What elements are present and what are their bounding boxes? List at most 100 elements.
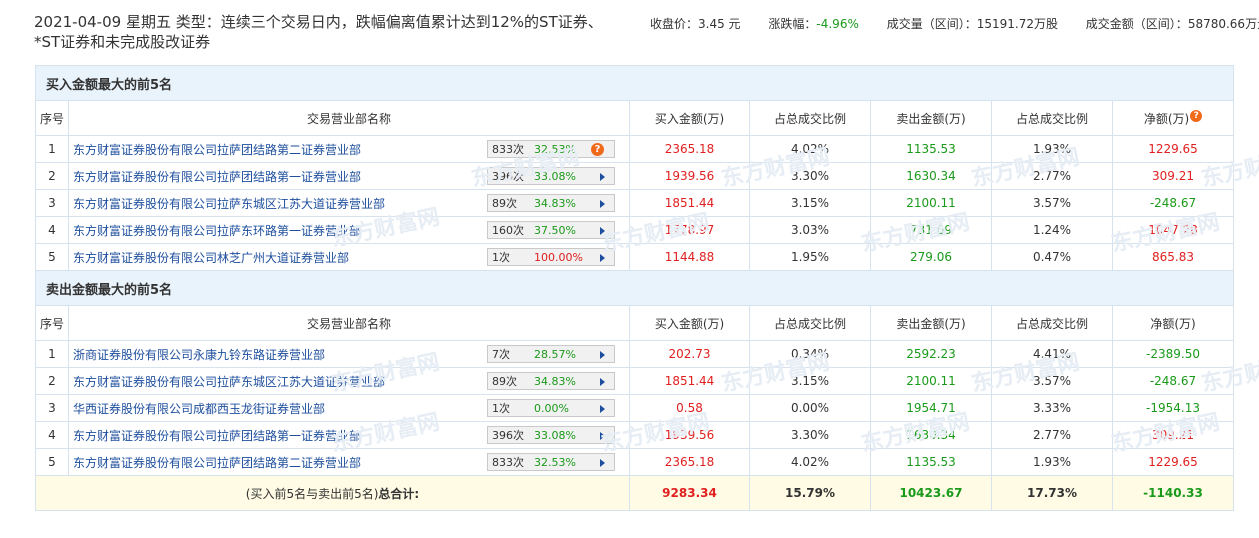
sell-column-header: 交易营业部名称 — [68, 305, 630, 341]
table-row: 5 东方财富证券股份有限公司拉萨团结路第二证券营业部 833次 32.53% 2… — [35, 448, 1234, 476]
buy-amount: 1851.44 — [629, 189, 750, 217]
branch-link[interactable]: 东方财富证券股份有限公司拉萨东城区江苏大道证券营业部 — [73, 375, 385, 389]
play-arrow-icon[interactable] — [600, 173, 605, 181]
play-arrow-icon[interactable] — [600, 405, 605, 413]
sell-column-header: 卖出金额(万) — [870, 305, 992, 341]
branch-cell: 东方财富证券股份有限公司拉萨团结路第一证券营业部 396次 33.08% — [68, 421, 630, 449]
branch-link[interactable]: 东方财富证券股份有限公司林芝广州大道证券营业部 — [73, 251, 349, 265]
dragon-tiger-table: 买入金额最大的前5名 序号 交易营业部名称 买入金额(万) 占总成交比例 卖出金额(万) 占… — [35, 65, 1234, 511]
net-amount: 1229.65 — [1112, 135, 1234, 163]
buy-amount: 202.73 — [629, 340, 750, 368]
win-rate: 33.08% — [534, 429, 576, 442]
win-rate: 33.08% — [534, 170, 576, 183]
sell-ratio: 3.57% — [991, 189, 1113, 217]
sell-amount: 2100.11 — [870, 189, 992, 217]
net-amount: -1954.13 — [1112, 394, 1234, 422]
net-amount: -248.67 — [1112, 367, 1234, 395]
sell-amount: 1135.53 — [870, 448, 992, 476]
branch-stats-button[interactable]: 396次 33.08% — [487, 426, 615, 444]
win-rate: 100.00% — [534, 251, 583, 264]
branch-cell: 东方财富证券股份有限公司拉萨团结路第一证券营业部 396次 33.08% — [68, 162, 630, 190]
branch-link[interactable]: 东方财富证券股份有限公司拉萨东城区江苏大道证券营业部 — [73, 197, 385, 211]
question-icon[interactable]: ? — [1190, 109, 1203, 122]
buy-column-header: 占总成交比例 — [749, 100, 871, 136]
sell-amount: 731.69 — [870, 216, 992, 244]
buy-ratio: 1.95% — [749, 243, 871, 271]
buy-amount: 1939.56 — [629, 421, 750, 449]
buy-ratio: 3.30% — [749, 421, 871, 449]
win-rate: 32.53% — [534, 456, 576, 469]
buy-ratio: 0.34% — [749, 340, 871, 368]
branch-cell: 东方财富证券股份有限公司拉萨团结路第二证券营业部 833次 32.53% ? — [68, 135, 630, 163]
appear-count: 1次 — [492, 402, 510, 415]
sell-ratio: 1.93% — [991, 135, 1113, 163]
sell-ratio: 3.33% — [991, 394, 1113, 422]
table-row: 5 东方财富证券股份有限公司林芝广州大道证券营业部 1次 100.00% 114… — [35, 243, 1234, 271]
branch-stats-button[interactable]: 1次 100.00% — [487, 248, 615, 266]
buy-ratio: 3.15% — [749, 189, 871, 217]
branch-cell: 东方财富证券股份有限公司拉萨团结路第二证券营业部 833次 32.53% — [68, 448, 630, 476]
sell-ratio: 1.24% — [991, 216, 1113, 244]
question-icon[interactable]: ? — [591, 143, 604, 156]
sell-column-header: 占总成交比例 — [991, 305, 1113, 341]
appear-count: 833次 — [492, 456, 524, 469]
branch-link[interactable]: 东方财富证券股份有限公司拉萨团结路第一证券营业部 — [73, 429, 361, 443]
sell-amount: 1954.71 — [870, 394, 992, 422]
appear-count: 89次 — [492, 375, 517, 388]
branch-stats-button[interactable]: 396次 33.08% — [487, 167, 615, 185]
sell-amount: 279.06 — [870, 243, 992, 271]
play-arrow-icon[interactable] — [600, 378, 605, 386]
sell-column-header-row: 序号 交易营业部名称 买入金额(万) 占总成交比例 卖出金额(万) 占总成交比例 净额(万) — [35, 305, 1234, 341]
total-buy: 9283.34 — [629, 475, 750, 511]
branch-stats-button[interactable]: 89次 34.83% — [487, 194, 615, 212]
appear-count: 89次 — [492, 197, 517, 210]
branch-link[interactable]: 东方财富证券股份有限公司拉萨团结路第一证券营业部 — [73, 170, 361, 184]
row-index: 1 — [35, 135, 69, 163]
play-arrow-icon[interactable] — [600, 200, 605, 208]
play-arrow-icon[interactable] — [600, 227, 605, 235]
win-rate: 32.53% — [534, 143, 576, 156]
row-index: 3 — [35, 394, 69, 422]
page-header: 2021-04-09 星期五 类型：连续三个交易日内，跌幅偏离值累计达到12%的… — [34, 8, 1259, 58]
appear-count: 396次 — [492, 170, 524, 183]
buy-ratio: 4.02% — [749, 448, 871, 476]
appear-count: 7次 — [492, 348, 510, 361]
net-amount: 1229.65 — [1112, 448, 1234, 476]
buy-amount: 1939.56 — [629, 162, 750, 190]
sell-column-header: 净额(万) — [1112, 305, 1234, 341]
branch-stats-button[interactable]: 7次 28.57% — [487, 345, 615, 363]
amount-label: 成交金额（区间）： — [1085, 17, 1188, 31]
branch-link[interactable]: 东方财富证券股份有限公司拉萨东环路第一证券营业部 — [73, 224, 361, 238]
play-arrow-icon[interactable] — [600, 459, 605, 467]
branch-link[interactable]: 东方财富证券股份有限公司拉萨团结路第二证券营业部 — [73, 143, 361, 157]
branch-link[interactable]: 浙商证券股份有限公司永康九铃东路证券营业部 — [73, 348, 325, 362]
volume-value: 15191.72万股 — [976, 17, 1058, 31]
buy-column-header: 净额(万)? — [1112, 100, 1234, 136]
branch-cell: 浙商证券股份有限公司永康九铃东路证券营业部 7次 28.57% — [68, 340, 630, 368]
branch-cell: 东方财富证券股份有限公司拉萨东城区江苏大道证券营业部 89次 34.83% — [68, 189, 630, 217]
total-label: (买入前5名与卖出前5名)总合计: — [35, 475, 630, 511]
appear-count: 160次 — [492, 224, 524, 237]
branch-cell: 东方财富证券股份有限公司拉萨东城区江苏大道证券营业部 89次 34.83% — [68, 367, 630, 395]
branch-stats-button[interactable]: 160次 37.50% — [487, 221, 615, 239]
branch-stats-button[interactable]: 1次 0.00% — [487, 399, 615, 417]
branch-stats-button[interactable]: 89次 34.83% — [487, 372, 615, 390]
page-title: 2021-04-09 星期五 类型：连续三个交易日内，跌幅偏离值累计达到12%的… — [34, 13, 603, 51]
branch-stats-button[interactable]: 833次 32.53% ? — [487, 140, 615, 158]
buy-column-header: 卖出金额(万) — [870, 100, 992, 136]
close-label: 收盘价： — [650, 17, 699, 31]
close-value: 3.45 元 — [698, 17, 741, 31]
net-amount: 309.21 — [1112, 421, 1234, 449]
play-arrow-icon[interactable] — [600, 254, 605, 262]
row-index: 3 — [35, 189, 69, 217]
buy-amount: 1144.88 — [629, 243, 750, 271]
table-row: 1 东方财富证券股份有限公司拉萨团结路第二证券营业部 833次 32.53% ?… — [35, 135, 1234, 163]
play-arrow-icon[interactable] — [600, 432, 605, 440]
play-arrow-icon[interactable] — [600, 351, 605, 359]
sell-ratio: 0.47% — [991, 243, 1113, 271]
branch-link[interactable]: 华西证券股份有限公司成都西玉龙街证券营业部 — [73, 402, 325, 416]
total-sell-ratio: 17.73% — [991, 475, 1113, 511]
branch-stats-button[interactable]: 833次 32.53% — [487, 453, 615, 471]
branch-link[interactable]: 东方财富证券股份有限公司拉萨团结路第二证券营业部 — [73, 456, 361, 470]
quote-stats: 收盘价：3.45 元 涨跌幅：-4.96% 成交量（区间）：15191.72万股… — [650, 15, 1259, 32]
